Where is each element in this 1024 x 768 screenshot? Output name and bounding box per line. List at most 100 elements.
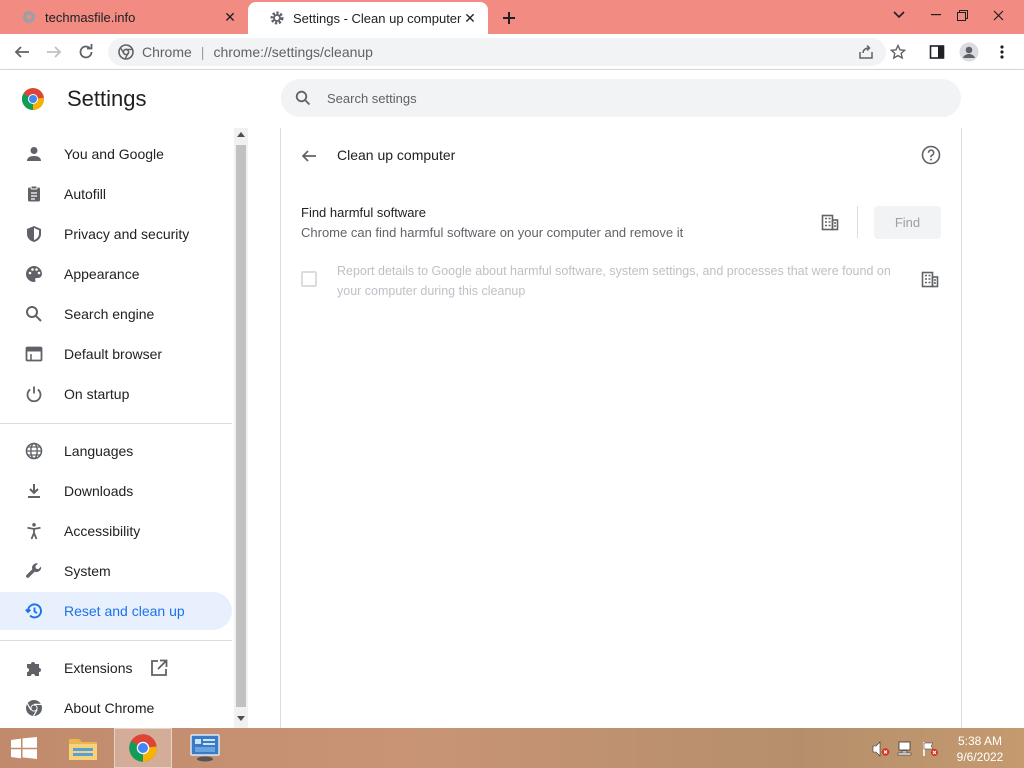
bookmark-star-icon[interactable] bbox=[885, 39, 911, 65]
chrome-site-icon bbox=[118, 44, 134, 60]
reload-icon[interactable] bbox=[73, 39, 99, 65]
sidebar-item-label: Search engine bbox=[64, 306, 155, 322]
search-icon bbox=[293, 88, 313, 108]
omnibox-divider: | bbox=[200, 44, 205, 60]
back-arrow-icon[interactable] bbox=[296, 143, 322, 169]
find-button[interactable]: Find bbox=[874, 206, 941, 239]
tab-techmasfile[interactable]: techmasfile.info ✕ bbox=[0, 0, 248, 34]
sidebar-item-label: Default browser bbox=[64, 346, 163, 362]
sidebar-item-languages[interactable]: Languages bbox=[0, 432, 232, 470]
kebab-menu-icon[interactable] bbox=[989, 39, 1015, 65]
forward-icon[interactable] bbox=[41, 39, 67, 65]
palette-icon bbox=[24, 264, 44, 284]
control-panel-taskbar-icon[interactable] bbox=[176, 728, 234, 768]
taskbar-clock[interactable]: 5:38 AM 9/6/2022 bbox=[950, 733, 1010, 765]
sidebar-item-system[interactable]: System bbox=[0, 552, 232, 590]
new-tab-button[interactable] bbox=[498, 7, 520, 29]
sidebar-item-you-and-google[interactable]: You and Google bbox=[0, 135, 232, 173]
sidebar-item-label: Languages bbox=[64, 443, 134, 459]
settings-sidebar: You and Google Autofill Privacy and secu… bbox=[0, 128, 234, 728]
sidebar-item-label: Appearance bbox=[64, 266, 140, 282]
clock-time: 5:38 AM bbox=[957, 734, 1003, 748]
sidebar-item-on-startup[interactable]: On startup bbox=[0, 375, 232, 413]
close-window-button[interactable] bbox=[982, 0, 1014, 30]
chrome-logo bbox=[21, 87, 45, 111]
page-title: Clean up computer bbox=[337, 147, 456, 163]
windows-taskbar: 5:38 AM 9/6/2022 bbox=[0, 728, 1024, 768]
sidebar-item-label: Reset and clean up bbox=[64, 603, 185, 619]
back-icon[interactable] bbox=[9, 39, 35, 65]
close-tab-icon[interactable]: ✕ bbox=[462, 10, 478, 26]
chrome-icon bbox=[24, 698, 44, 718]
sidebar-item-label: Extensions bbox=[64, 660, 133, 676]
sidebar-item-appearance[interactable]: Appearance bbox=[0, 255, 232, 293]
sidebar-item-autofill[interactable]: Autofill bbox=[0, 175, 232, 213]
person-icon bbox=[24, 144, 44, 164]
enterprise-policy-icon[interactable] bbox=[919, 268, 941, 290]
shield-icon bbox=[24, 224, 44, 244]
sidebar-scrollbar-thumb[interactable] bbox=[236, 145, 246, 707]
url-text[interactable]: chrome://settings/cleanup bbox=[213, 44, 373, 60]
report-details-label: Report details to Google about harmful s… bbox=[337, 264, 891, 298]
sidebar-item-reset-and-clean-up[interactable]: Reset and clean up bbox=[0, 592, 232, 630]
settings-title: Settings bbox=[67, 86, 147, 111]
volume-muted-icon[interactable] bbox=[872, 740, 890, 758]
scroll-down-arrow-icon[interactable] bbox=[237, 716, 245, 722]
sidebar-divider bbox=[0, 640, 232, 641]
tab-title: techmasfile.info bbox=[45, 9, 136, 25]
close-tab-icon[interactable]: ✕ bbox=[222, 9, 238, 25]
open-in-new-icon bbox=[150, 659, 168, 680]
search-settings-field[interactable]: Search settings bbox=[281, 79, 961, 117]
tab-search-chevron-icon[interactable] bbox=[883, 0, 915, 30]
side-panel-icon[interactable] bbox=[924, 39, 950, 65]
find-harmful-software-title: Find harmful software bbox=[301, 205, 426, 220]
find-harmful-software-description: Chrome can find harmful software on your… bbox=[301, 225, 684, 240]
history-icon bbox=[24, 601, 44, 621]
enterprise-policy-icon[interactable] bbox=[819, 211, 841, 233]
address-bar[interactable]: Chrome | chrome://settings/cleanup bbox=[108, 38, 886, 66]
browser-toolbar: Chrome | chrome://settings/cleanup bbox=[0, 34, 1024, 70]
globe-favicon-icon bbox=[21, 9, 37, 25]
network-icon[interactable] bbox=[897, 740, 915, 758]
browser-window-icon bbox=[24, 344, 44, 364]
sidebar-item-label: System bbox=[64, 563, 111, 579]
restore-button[interactable] bbox=[946, 0, 978, 30]
file-explorer-taskbar-icon[interactable] bbox=[54, 728, 112, 768]
profile-avatar-icon[interactable] bbox=[956, 39, 982, 65]
share-icon[interactable] bbox=[853, 39, 879, 65]
sidebar-item-label: You and Google bbox=[64, 146, 164, 162]
settings-header: Settings Search settings bbox=[0, 70, 1024, 128]
search-input[interactable]: Search settings bbox=[327, 91, 417, 106]
globe-icon bbox=[24, 441, 44, 461]
gear-icon bbox=[269, 10, 285, 26]
wrench-icon bbox=[24, 561, 44, 581]
sidebar-item-extensions[interactable]: Extensions bbox=[0, 649, 232, 687]
sidebar-item-default-browser[interactable]: Default browser bbox=[0, 335, 232, 373]
clock-date: 9/6/2022 bbox=[956, 750, 1004, 764]
clipboard-icon bbox=[24, 184, 44, 204]
sidebar-divider bbox=[0, 423, 232, 424]
site-label: Chrome bbox=[142, 44, 192, 60]
sidebar-item-accessibility[interactable]: Accessibility bbox=[0, 512, 232, 550]
scroll-up-arrow-icon[interactable] bbox=[237, 131, 245, 137]
sidebar-item-label: On startup bbox=[64, 386, 130, 402]
site-chip[interactable]: Chrome bbox=[118, 44, 192, 60]
tab-settings-cleanup[interactable]: Settings - Clean up computer ✕ bbox=[248, 2, 488, 34]
sidebar-item-privacy-and-security[interactable]: Privacy and security bbox=[0, 215, 232, 253]
chrome-taskbar-icon[interactable] bbox=[114, 728, 172, 768]
start-button[interactable] bbox=[0, 728, 48, 768]
sidebar-item-about-chrome[interactable]: About Chrome bbox=[0, 689, 232, 727]
sidebar-item-downloads[interactable]: Downloads bbox=[0, 472, 232, 510]
help-icon[interactable] bbox=[919, 143, 943, 167]
sidebar-item-label: Downloads bbox=[64, 483, 134, 499]
action-center-flag-icon[interactable] bbox=[921, 740, 939, 758]
puzzle-icon bbox=[24, 658, 44, 678]
sidebar-item-label: About Chrome bbox=[64, 700, 155, 716]
power-icon bbox=[24, 384, 44, 404]
download-icon bbox=[24, 481, 44, 501]
sidebar-item-search-engine[interactable]: Search engine bbox=[0, 295, 232, 333]
row-divider bbox=[857, 206, 858, 238]
report-details-checkbox[interactable] bbox=[301, 271, 317, 287]
tab-strip: techmasfile.info ✕ Settings - Clean up c… bbox=[0, 0, 1024, 34]
windows-logo-icon bbox=[11, 737, 37, 759]
